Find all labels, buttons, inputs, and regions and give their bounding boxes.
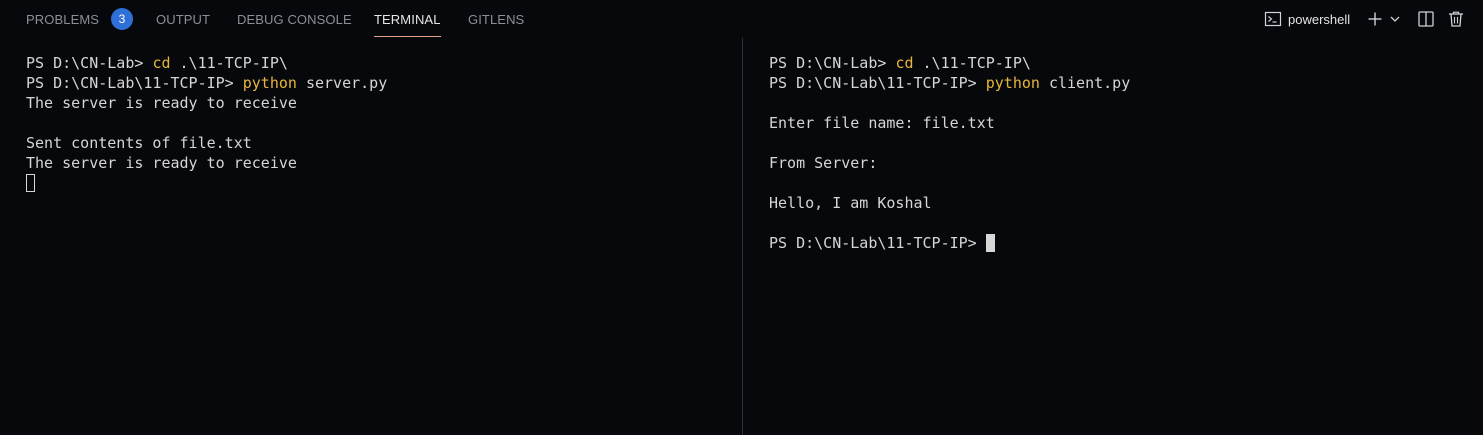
split-divider[interactable] [742,38,743,435]
command-args: .\11-TCP-IP\ [913,54,1031,72]
command-args: server.py [296,74,388,92]
prompt: PS D:\CN-Lab\11-TCP-IP> [26,74,243,92]
tab-gitlens[interactable]: GITLENS [468,0,524,38]
tab-output-label: OUTPUT [156,11,211,27]
terminal-line: PS D:\CN-Lab> cd .\11-TCP-IP\ [769,53,1031,73]
command: cd [895,54,914,72]
new-terminal-button[interactable] [1366,8,1384,30]
terminal-icon [1264,10,1282,28]
tab-debug-console[interactable]: DEBUG CONSOLE [237,0,352,38]
terminal-line: PS D:\CN-Lab\11-TCP-IP> [769,233,995,253]
prompt: PS D:\CN-Lab\11-TCP-IP> [769,74,986,92]
terminal-pane-left[interactable]: PS D:\CN-Lab> cd .\11-TCP-IP\ PS D:\CN-L… [26,38,726,435]
terminal-line: PS D:\CN-Lab\11-TCP-IP> python client.py [769,73,1130,93]
tab-terminal[interactable]: TERMINAL [374,0,441,38]
tab-problems-label: PROBLEMS [26,11,100,27]
tab-debug-console-label: DEBUG CONSOLE [237,11,352,27]
tab-output[interactable]: OUTPUT [156,0,210,38]
terminal-line: PS D:\CN-Lab\11-TCP-IP> python server.py [26,73,387,93]
terminal-cursor [26,174,35,192]
plus-icon [1367,11,1383,27]
command-args: client.py [1039,74,1131,92]
trash-icon [1447,10,1465,28]
tab-terminal-label: TERMINAL [374,11,441,27]
chevron-down-icon [1389,13,1401,25]
panel-tab-bar: PROBLEMS 3 OUTPUT DEBUG CONSOLE TERMINAL… [0,0,1483,38]
command: python [242,74,297,92]
split-terminal-icon [1417,10,1435,28]
split-terminal-button[interactable] [1416,8,1436,30]
terminal-output-line: The server is ready to receive [26,94,297,112]
command: python [985,74,1040,92]
command-args: .\11-TCP-IP\ [170,54,288,72]
problems-count-badge: 3 [111,8,134,30]
terminal-output-line: Sent contents of file.txt [26,134,252,152]
terminal-output-line: From Server: [769,154,878,172]
command: cd [152,54,171,72]
terminal-cursor [985,234,995,252]
terminal-output-line: The server is ready to receive [26,154,297,172]
terminal-line: PS D:\CN-Lab> cd .\11-TCP-IP\ [26,53,288,73]
launch-profile-button[interactable] [1388,8,1402,30]
terminal-profile-selector[interactable]: powershell [1264,8,1350,30]
prompt: PS D:\CN-Lab> [769,54,896,72]
terminal-cursor-line [26,173,35,193]
terminal-pane-right[interactable]: PS D:\CN-Lab> cd .\11-TCP-IP\ PS D:\CN-L… [769,38,1469,435]
prompt: PS D:\CN-Lab\11-TCP-IP> [769,234,986,252]
prompt: PS D:\CN-Lab> [26,54,153,72]
terminal-output-line: Hello, I am Koshal [769,194,932,212]
tab-problems[interactable]: PROBLEMS 3 [26,0,134,38]
tab-gitlens-label: GITLENS [468,11,525,27]
terminal-output-line: Enter file name: file.txt [769,114,995,132]
terminal-panel: PROBLEMS 3 OUTPUT DEBUG CONSOLE TERMINAL… [0,0,1483,435]
kill-terminal-button[interactable] [1446,8,1466,30]
terminal-profile-label: powershell [1288,11,1351,27]
